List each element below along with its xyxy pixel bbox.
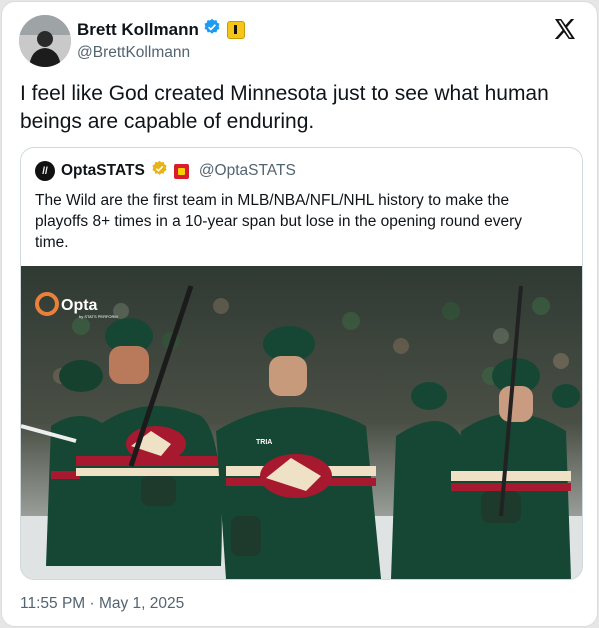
opta-watermark-sub: by STATS PERFORM bbox=[79, 314, 118, 319]
quoted-tweet[interactable]: // OptaSTATS @OptaSTATS The Wild are the… bbox=[20, 147, 583, 580]
quoted-avatar[interactable]: // bbox=[35, 161, 55, 181]
affiliate-badge-icon bbox=[226, 20, 245, 39]
opta-watermark: Opta bbox=[61, 297, 98, 314]
svg-text:TRIA: TRIA bbox=[256, 439, 272, 446]
quoted-author-name[interactable]: OptaSTATS bbox=[61, 162, 145, 180]
tweet-timestamp[interactable]: 11:55 PM · May 1, 2025 bbox=[20, 595, 184, 613]
verified-badge-icon bbox=[203, 18, 221, 41]
author-name[interactable]: Brett Kollmann bbox=[77, 20, 199, 40]
hockey-players-photo[interactable]: TRIA Opta by STATS PERFORM bbox=[21, 266, 582, 579]
quoted-author-handle[interactable]: @OptaSTATS bbox=[199, 162, 296, 180]
author-handle[interactable]: @BrettKollmann bbox=[77, 44, 190, 62]
author-avatar[interactable] bbox=[19, 15, 71, 67]
quoted-tweet-text: The Wild are the first team in MLB/NBA/N… bbox=[35, 192, 522, 251]
gold-verified-badge-icon bbox=[151, 160, 168, 182]
affiliate-flag-icon bbox=[173, 163, 189, 179]
tweet-card: Brett Kollmann @BrettKollmann I feel lik… bbox=[1, 1, 598, 627]
tweet-text: I feel like God created Minnesota just t… bbox=[20, 82, 549, 133]
